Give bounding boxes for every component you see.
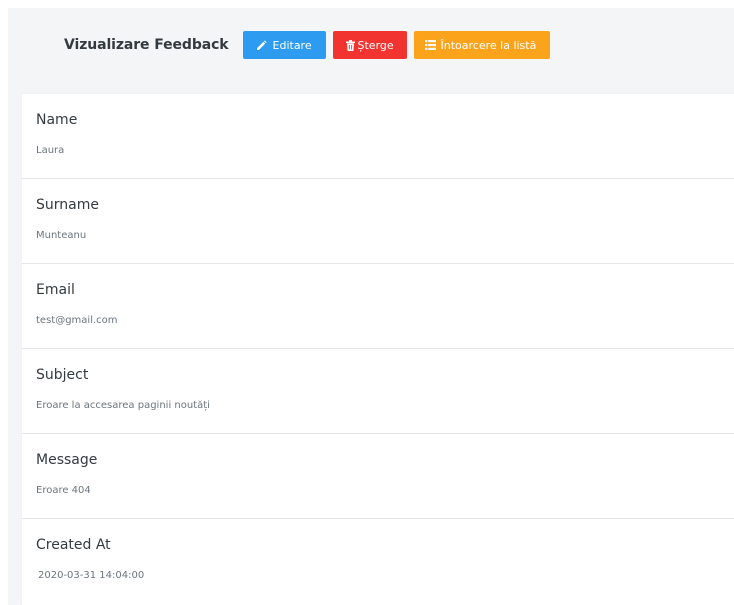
trash-icon — [345, 39, 355, 51]
field-label: Created At — [36, 537, 111, 553]
field-label: Subject — [36, 367, 89, 383]
field-value: Laura — [36, 145, 65, 156]
field-label: Email — [36, 282, 75, 298]
field-value: Eroare 404 — [36, 485, 91, 496]
field-label: Surname — [36, 197, 99, 213]
edit-button[interactable]: Editare — [242, 31, 326, 59]
edit-button-label: Editare — [272, 38, 312, 52]
field-value: test@gmail.com — [36, 315, 118, 326]
field-value: Eroare la accesarea paginii noutăți — [36, 400, 210, 411]
list-icon — [424, 40, 436, 50]
pencil-icon — [256, 39, 267, 50]
feedback-details-card: Name Laura Surname Munteanu Email test@g… — [22, 94, 734, 605]
field-subject: Subject Eroare la accesarea paginii nout… — [22, 349, 734, 434]
page-header: Vizualizare Feedback Editare Șterge Înto… — [64, 31, 557, 59]
page-title: Vizualizare Feedback — [64, 37, 229, 53]
field-name: Name Laura — [22, 94, 734, 179]
field-message: Message Eroare 404 — [22, 434, 734, 519]
field-value: 2020-03-31 14:04:00 — [38, 570, 145, 581]
delete-button-label: Șterge — [357, 38, 394, 52]
field-created-at: Created At 2020-03-31 14:04:00 — [22, 519, 734, 604]
back-to-list-button[interactable]: Întoarcere la listă — [413, 31, 550, 59]
field-email: Email test@gmail.com — [22, 264, 734, 349]
back-to-list-button-label: Întoarcere la listă — [440, 38, 537, 52]
delete-button[interactable]: Șterge — [332, 31, 407, 59]
field-label: Name — [36, 112, 78, 128]
field-surname: Surname Munteanu — [22, 179, 734, 264]
field-label: Message — [36, 452, 98, 468]
field-value: Munteanu — [36, 230, 87, 241]
